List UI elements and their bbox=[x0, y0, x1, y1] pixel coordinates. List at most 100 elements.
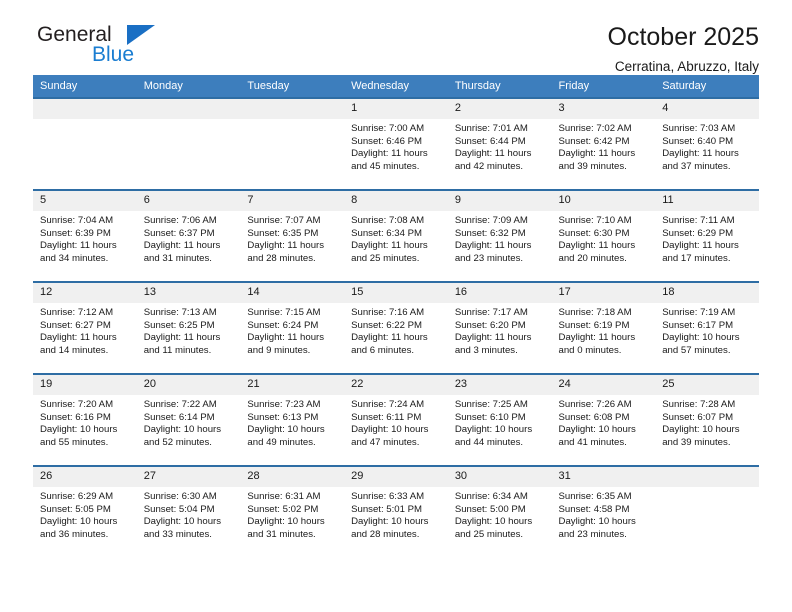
calendar-day-cell[interactable]: 18 Sunrise: 7:19 AM Sunset: 6:17 PM Dayligh… bbox=[655, 281, 759, 374]
weekday-header-saturday: Saturday bbox=[655, 75, 759, 98]
calendar-day-cell-empty bbox=[136, 97, 241, 190]
sunrise-text: Sunrise: 7:15 AM bbox=[247, 307, 321, 318]
calendar-day-cell-empty bbox=[655, 465, 759, 557]
sunrise-text: Sunrise: 7:10 AM bbox=[558, 215, 632, 226]
calendar-day-cell[interactable]: 12 Sunrise: 7:12 AM Sunset: 6:27 PM Dayligh… bbox=[33, 281, 137, 374]
sunrise-text: Sunrise: 7:28 AM bbox=[662, 399, 736, 410]
calendar-day-cell[interactable]: 26 Sunrise: 6:29 AM Sunset: 5:05 PM Dayligh… bbox=[33, 465, 137, 557]
day-number: 27 bbox=[136, 467, 241, 487]
day-details: Sunrise: 7:03 AM Sunset: 6:40 PM Daylight:… bbox=[655, 119, 759, 173]
day-details: Sunrise: 7:08 AM Sunset: 6:34 PM Daylight:… bbox=[344, 211, 448, 265]
sunset-text: Sunset: 6:40 PM bbox=[662, 135, 734, 147]
day-details: Sunrise: 6:29 AM Sunset: 5:05 PM Daylight:… bbox=[33, 487, 137, 541]
sunset-text: Sunset: 6:24 PM bbox=[247, 319, 319, 331]
calendar-day-cell[interactable]: 25 Sunrise: 7:28 AM Sunset: 6:07 PM Dayligh… bbox=[655, 373, 759, 466]
calendar-day-cell[interactable]: 27 Sunrise: 6:30 AM Sunset: 5:04 PM Dayligh… bbox=[136, 465, 241, 557]
calendar-day-cell[interactable]: 23 Sunrise: 7:25 AM Sunset: 6:10 PM Dayligh… bbox=[447, 373, 552, 466]
day-number: 21 bbox=[240, 375, 345, 395]
calendar-day-cell[interactable]: 30 Sunrise: 6:34 AM Sunset: 5:00 PM Dayligh… bbox=[447, 465, 552, 557]
calendar-day-cell[interactable]: 4 Sunrise: 7:03 AM Sunset: 6:40 PM Daylight… bbox=[655, 97, 759, 190]
sunset-text: Sunset: 6:19 PM bbox=[558, 319, 630, 331]
sunrise-text: Sunrise: 6:29 AM bbox=[40, 491, 114, 502]
calendar-table: Sunday Monday Tuesday Wednesday Thursday Frid… bbox=[33, 75, 759, 557]
sunset-text: Sunset: 6:10 PM bbox=[454, 411, 526, 423]
day-details: Sunrise: 7:26 AM Sunset: 6:08 PM Daylight:… bbox=[552, 395, 656, 449]
page-subtitle: Cerratina, Abruzzo, Italy bbox=[614, 59, 759, 74]
day-details: Sunrise: 6:34 AM Sunset: 5:00 PM Daylight:… bbox=[448, 487, 552, 541]
sunset-text: Sunset: 6:35 PM bbox=[247, 227, 319, 239]
calendar-day-cell[interactable]: 31 Sunrise: 6:35 AM Sunset: 4:58 PM Dayligh… bbox=[551, 465, 656, 557]
calendar-day-cell[interactable]: 29 Sunrise: 6:33 AM Sunset: 5:01 PM Dayligh… bbox=[344, 465, 448, 557]
daylight-text: Daylight: 10 hours and 28 minutes. bbox=[351, 516, 429, 540]
calendar-day-cell[interactable]: 5 Sunrise: 7:04 AM Sunset: 6:39 PM Daylight… bbox=[33, 189, 137, 282]
day-details: Sunrise: 7:19 AM Sunset: 6:17 PM Daylight:… bbox=[655, 303, 759, 357]
calendar-day-cell[interactable]: 8 Sunrise: 7:08 AM Sunset: 6:34 PM Daylight… bbox=[344, 189, 448, 282]
sunset-text: Sunset: 6:44 PM bbox=[454, 135, 526, 147]
weekday-header-monday: Monday bbox=[136, 75, 241, 98]
generalblue-logo[interactable]: General Blue bbox=[33, 24, 233, 70]
calendar-day-cell[interactable]: 9 Sunrise: 7:09 AM Sunset: 6:32 PM Daylight… bbox=[447, 189, 552, 282]
calendar-day-cell[interactable]: 17 Sunrise: 7:18 AM Sunset: 6:19 PM Dayligh… bbox=[551, 281, 656, 374]
sunrise-text: Sunrise: 7:11 AM bbox=[662, 215, 735, 226]
sunrise-text: Sunrise: 7:24 AM bbox=[351, 399, 425, 410]
calendar-day-cell[interactable]: 6 Sunrise: 7:06 AM Sunset: 6:37 PM Daylight… bbox=[136, 189, 241, 282]
calendar-day-cell[interactable]: 19 Sunrise: 7:20 AM Sunset: 6:16 PM Dayligh… bbox=[33, 373, 137, 466]
sunset-text: Sunset: 6:22 PM bbox=[351, 319, 423, 331]
sunset-text: Sunset: 6:27 PM bbox=[40, 319, 111, 331]
day-details: Sunrise: 6:30 AM Sunset: 5:04 PM Daylight:… bbox=[137, 487, 241, 541]
calendar-day-cell[interactable]: 13 Sunrise: 7:13 AM Sunset: 6:25 PM Dayligh… bbox=[136, 281, 241, 374]
calendar-day-cell[interactable]: 10 Sunrise: 7:10 AM Sunset: 6:30 PM Dayligh… bbox=[551, 189, 656, 282]
daylight-text: Daylight: 10 hours and 57 minutes. bbox=[662, 332, 740, 356]
day-details: Sunrise: 7:06 AM Sunset: 6:37 PM Daylight:… bbox=[137, 211, 241, 265]
daylight-text: Daylight: 11 hours and 42 minutes. bbox=[454, 148, 532, 172]
day-details: Sunrise: 7:12 AM Sunset: 6:27 PM Daylight:… bbox=[33, 303, 137, 357]
sunset-text: Sunset: 6:25 PM bbox=[143, 319, 215, 331]
sunset-text: Sunset: 6:30 PM bbox=[558, 227, 630, 239]
calendar-day-cell[interactable]: 7 Sunrise: 7:07 AM Sunset: 6:35 PM Daylight… bbox=[240, 189, 345, 282]
sunset-text: Sunset: 6:16 PM bbox=[40, 411, 111, 423]
daylight-text: Daylight: 10 hours and 31 minutes. bbox=[247, 516, 325, 540]
calendar-day-cell[interactable]: 22 Sunrise: 7:24 AM Sunset: 6:11 PM Dayligh… bbox=[344, 373, 448, 466]
daylight-text: Daylight: 11 hours and 25 minutes. bbox=[351, 240, 428, 264]
daylight-text: Daylight: 11 hours and 14 minutes. bbox=[40, 332, 117, 356]
daylight-text: Daylight: 11 hours and 34 minutes. bbox=[40, 240, 117, 264]
calendar-day-cell[interactable]: 15 Sunrise: 7:16 AM Sunset: 6:22 PM Dayligh… bbox=[344, 281, 448, 374]
day-details: Sunrise: 7:23 AM Sunset: 6:13 PM Daylight:… bbox=[240, 395, 344, 449]
calendar-day-cell[interactable]: 3 Sunrise: 7:02 AM Sunset: 6:42 PM Daylight… bbox=[551, 97, 656, 190]
sunset-text: Sunset: 5:00 PM bbox=[454, 503, 526, 515]
sunset-text: Sunset: 6:08 PM bbox=[558, 411, 630, 423]
weekday-header-friday: Friday bbox=[551, 75, 656, 98]
sunrise-text: Sunrise: 7:00 AM bbox=[351, 123, 425, 134]
calendar-day-cell[interactable]: 16 Sunrise: 7:17 AM Sunset: 6:20 PM Dayligh… bbox=[447, 281, 552, 374]
daylight-text: Daylight: 11 hours and 11 minutes. bbox=[143, 332, 221, 356]
sunrise-text: Sunrise: 7:09 AM bbox=[454, 215, 528, 226]
calendar-week-row: 19 Sunrise: 7:20 AM Sunset: 6:16 PM Dayligh… bbox=[33, 373, 759, 466]
day-details: Sunrise: 7:20 AM Sunset: 6:16 PM Daylight:… bbox=[33, 395, 137, 449]
calendar-day-cell[interactable]: 20 Sunrise: 7:22 AM Sunset: 6:14 PM Dayligh… bbox=[136, 373, 241, 466]
daylight-text: Daylight: 10 hours and 36 minutes. bbox=[40, 516, 118, 540]
day-details: Sunrise: 7:28 AM Sunset: 6:07 PM Daylight:… bbox=[655, 395, 759, 449]
sunset-text: Sunset: 6:32 PM bbox=[454, 227, 526, 239]
day-number: 14 bbox=[240, 283, 345, 303]
day-details: Sunrise: 7:18 AM Sunset: 6:19 PM Daylight:… bbox=[552, 303, 656, 357]
sunset-text: Sunset: 6:39 PM bbox=[40, 227, 111, 239]
sunset-text: Sunset: 6:20 PM bbox=[454, 319, 526, 331]
calendar-day-cell[interactable]: 2 Sunrise: 7:01 AM Sunset: 6:44 PM Daylight… bbox=[447, 97, 552, 190]
calendar-day-cell[interactable]: 24 Sunrise: 7:26 AM Sunset: 6:08 PM Dayligh… bbox=[551, 373, 656, 466]
day-details: Sunrise: 7:10 AM Sunset: 6:30 PM Daylight:… bbox=[552, 211, 656, 265]
calendar-day-cell[interactable]: 11 Sunrise: 7:11 AM Sunset: 6:29 PM Dayligh… bbox=[655, 189, 759, 282]
daylight-text: Daylight: 10 hours and 25 minutes. bbox=[454, 516, 533, 540]
day-number: 4 bbox=[655, 99, 759, 119]
calendar-week-row: 26 Sunrise: 6:29 AM Sunset: 5:05 PM Dayligh… bbox=[33, 465, 759, 557]
calendar-day-cell[interactable]: 1 Sunrise: 7:00 AM Sunset: 6:46 PM Daylight… bbox=[344, 97, 448, 190]
sunset-text: Sunset: 5:05 PM bbox=[40, 503, 111, 515]
sunrise-text: Sunrise: 7:25 AM bbox=[454, 399, 528, 410]
calendar-day-cell[interactable]: 21 Sunrise: 7:23 AM Sunset: 6:13 PM Dayligh… bbox=[240, 373, 345, 466]
day-number: 20 bbox=[136, 375, 241, 395]
day-number bbox=[655, 467, 759, 487]
day-number: 23 bbox=[447, 375, 552, 395]
calendar-day-cell[interactable]: 14 Sunrise: 7:15 AM Sunset: 6:24 PM Dayligh… bbox=[240, 281, 345, 374]
title-block: October 2025 Cerratina, Abruzzo, Italy bbox=[608, 22, 760, 76]
calendar-day-cell[interactable]: 28 Sunrise: 6:31 AM Sunset: 5:02 PM Dayligh… bbox=[240, 465, 345, 557]
daylight-text: Daylight: 11 hours and 37 minutes. bbox=[662, 148, 739, 172]
